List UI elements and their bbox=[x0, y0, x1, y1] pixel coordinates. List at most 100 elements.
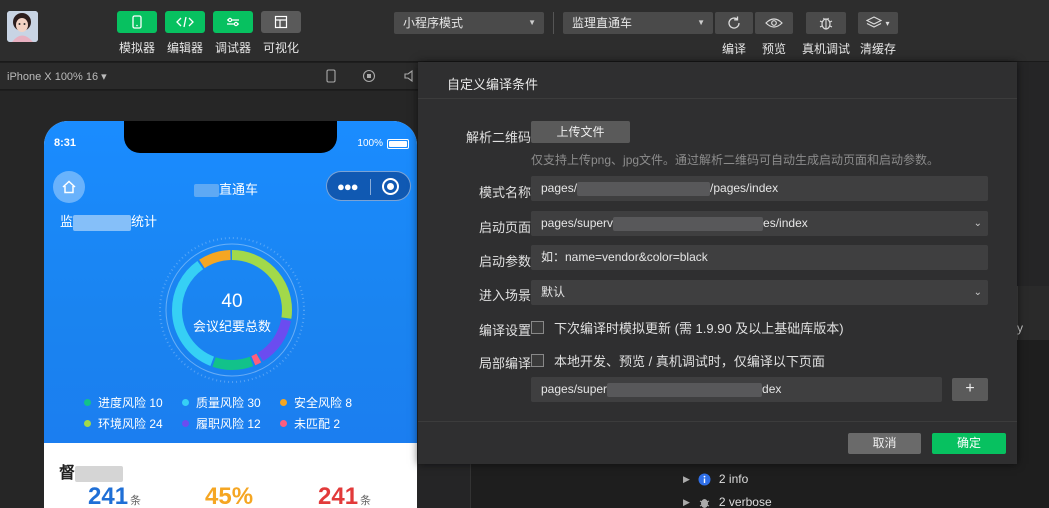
mode-name-prefix: pages/ bbox=[541, 181, 578, 195]
mini-program-capsule[interactable]: ●●● bbox=[326, 171, 411, 201]
debugger-label: 调试器 bbox=[214, 41, 251, 55]
remote-debug-label: 真机调试 bbox=[802, 42, 851, 56]
legend-dot bbox=[182, 420, 189, 427]
battery-percent: 100% bbox=[357, 138, 383, 149]
eye-icon bbox=[765, 18, 783, 28]
editor-label: 编辑器 bbox=[166, 41, 203, 55]
simulate-update-checkbox[interactable] bbox=[531, 321, 544, 334]
redacted-text bbox=[613, 216, 764, 231]
start-params-label: 启动参数 bbox=[478, 254, 531, 269]
legend-item: 履职风险 12 bbox=[182, 415, 261, 432]
caret-down-icon: ▼ bbox=[528, 18, 536, 27]
layout-icon bbox=[261, 11, 301, 33]
legend-label: 履职风险 12 bbox=[196, 417, 261, 431]
compile-button[interactable] bbox=[715, 12, 753, 34]
console-info-row[interactable]: ▶ 2 info bbox=[683, 472, 748, 486]
redacted-text bbox=[577, 181, 711, 196]
partial-compile-checkbox-row[interactable]: 本地开发、预览 / 真机调试时，仅编译以下页面 bbox=[531, 351, 825, 370]
scene-label: 进入场景 bbox=[478, 288, 531, 303]
remote-debug-button[interactable] bbox=[806, 12, 846, 34]
editor-button[interactable]: 编辑器 bbox=[165, 11, 205, 56]
debugger-button[interactable]: 调试器 bbox=[213, 11, 253, 56]
start-params-placeholder: 如：name=vendor&color=black bbox=[541, 250, 708, 264]
start-page-label: 启动页面 bbox=[478, 220, 531, 235]
caret-down-icon: ▾ bbox=[885, 18, 890, 28]
phone-icon bbox=[117, 11, 157, 33]
dialog-title: 自定义编译条件 bbox=[447, 77, 539, 92]
capsule-divider bbox=[370, 179, 371, 195]
upload-file-button[interactable]: 上传文件 bbox=[531, 121, 630, 143]
simulator-button[interactable]: 模拟器 bbox=[117, 11, 157, 56]
console-verbose-row[interactable]: ▶ 2 verbose bbox=[683, 495, 772, 508]
layers-icon bbox=[866, 16, 883, 28]
compile-settings-label: 编译设置 bbox=[478, 323, 531, 338]
cancel-button[interactable]: 取消 bbox=[848, 433, 921, 454]
legend-dot bbox=[280, 399, 287, 406]
start-page-select[interactable]: pages/superv es/index ⌄ bbox=[531, 211, 988, 236]
mode-name-suffix: /pages/index bbox=[710, 181, 779, 195]
more-dots-icon[interactable]: ●●● bbox=[337, 179, 359, 194]
kpi-value-unit: 条 bbox=[130, 495, 142, 507]
legend-label: 环境风险 24 bbox=[98, 417, 163, 431]
scene-select[interactable]: 默认 ⌄ bbox=[531, 280, 988, 305]
scene-value: 默认 bbox=[541, 285, 566, 299]
console-verbose-label: 2 verbose bbox=[718, 495, 772, 508]
refresh-icon bbox=[728, 16, 740, 29]
add-page-button[interactable]: + bbox=[952, 378, 988, 401]
battery-icon bbox=[387, 138, 409, 149]
preview-label: 预览 bbox=[762, 42, 787, 56]
redacted-text bbox=[73, 214, 132, 231]
simulator-bar: iPhone X 100% 16 ▾ bbox=[0, 63, 418, 90]
legend-label: 进度风险 10 bbox=[98, 396, 163, 410]
kpi-value: 241 条 bbox=[318, 483, 371, 508]
stop-circle-icon[interactable] bbox=[362, 69, 376, 83]
confirm-button[interactable]: 确定 bbox=[932, 433, 1006, 454]
clear-cache-label: 清缓存 bbox=[860, 42, 897, 56]
visual-label: 可视化 bbox=[262, 41, 299, 55]
verbose-icon bbox=[699, 498, 710, 508]
redacted-text bbox=[194, 184, 219, 198]
mode-name-input[interactable]: pages/ /pages/index bbox=[531, 176, 988, 201]
preview-button[interactable] bbox=[755, 12, 793, 34]
clear-cache-button[interactable]: ▾ bbox=[858, 12, 898, 34]
kpi-value: 45% bbox=[205, 483, 253, 508]
device-select[interactable]: iPhone X 100% 16 ▾ bbox=[7, 70, 107, 83]
status-battery: 100% bbox=[357, 138, 409, 149]
upload-hint: 仅支持上传png、jpg文件。通过解析二维码可自动生成启动页面和启动参数。 bbox=[531, 153, 940, 167]
gauge-total: 40 bbox=[221, 291, 243, 312]
stats-title-suffix: 统计 bbox=[131, 214, 158, 229]
start-page-prefix: pages/superv bbox=[541, 216, 614, 230]
user-avatar[interactable] bbox=[7, 11, 38, 42]
compile-page-select-value: 监理直通车 bbox=[572, 16, 633, 30]
legend-label: 质量风险 30 bbox=[196, 396, 261, 410]
compile-page-select[interactable]: 监理直通车 ▼ bbox=[563, 12, 713, 34]
plus-icon: + bbox=[965, 380, 975, 397]
simulate-update-checkbox-row[interactable]: 下次编译时模拟更新 (需 1.9.90 及以上基础库版本) bbox=[531, 318, 844, 337]
volume-icon[interactable] bbox=[403, 69, 417, 83]
partial-compile-checkbox[interactable] bbox=[531, 354, 544, 367]
custom-compile-dialog: 自定义编译条件 解析二维码 上传文件 仅支持上传png、jpg文件。通过解析二维… bbox=[418, 62, 1017, 464]
legend-item: 质量风险 30 bbox=[182, 394, 261, 411]
chevron-down-icon: ⌄ bbox=[973, 218, 982, 229]
legend-dot bbox=[84, 399, 91, 406]
mode-select[interactable]: 小程序模式 ▼ bbox=[394, 12, 544, 34]
card-title: 督 bbox=[59, 459, 124, 483]
home-button[interactable] bbox=[53, 171, 85, 203]
bug-icon bbox=[819, 17, 833, 30]
simulator-label: 模拟器 bbox=[118, 41, 155, 55]
expand-arrow-icon[interactable]: ▶ bbox=[683, 474, 690, 485]
kpi-value-unit: 条 bbox=[360, 495, 372, 507]
partial-page-input[interactable]: pages/super dex bbox=[531, 377, 942, 402]
legend-label: 安全风险 8 bbox=[294, 396, 353, 410]
start-params-input[interactable]: 如：name=vendor&color=black bbox=[531, 245, 988, 270]
top-toolbar: 模拟器 编辑器 调试器 可视化 小程序模式 ▼ 监理直通车 ▼ 编译 预览 真机… bbox=[0, 0, 1049, 62]
partial-compile-label: 局部编译 bbox=[478, 356, 531, 371]
start-page-suffix: es/index bbox=[763, 216, 808, 230]
visual-button[interactable]: 可视化 bbox=[261, 11, 301, 56]
close-target-icon[interactable] bbox=[382, 178, 399, 195]
phone-outline-icon[interactable] bbox=[324, 69, 338, 83]
stats-title: 监 统计 bbox=[60, 211, 157, 231]
expand-arrow-icon[interactable]: ▶ bbox=[683, 497, 690, 508]
legend-label: 未匹配 2 bbox=[294, 417, 341, 431]
legend-item: 未匹配 2 bbox=[280, 415, 340, 432]
